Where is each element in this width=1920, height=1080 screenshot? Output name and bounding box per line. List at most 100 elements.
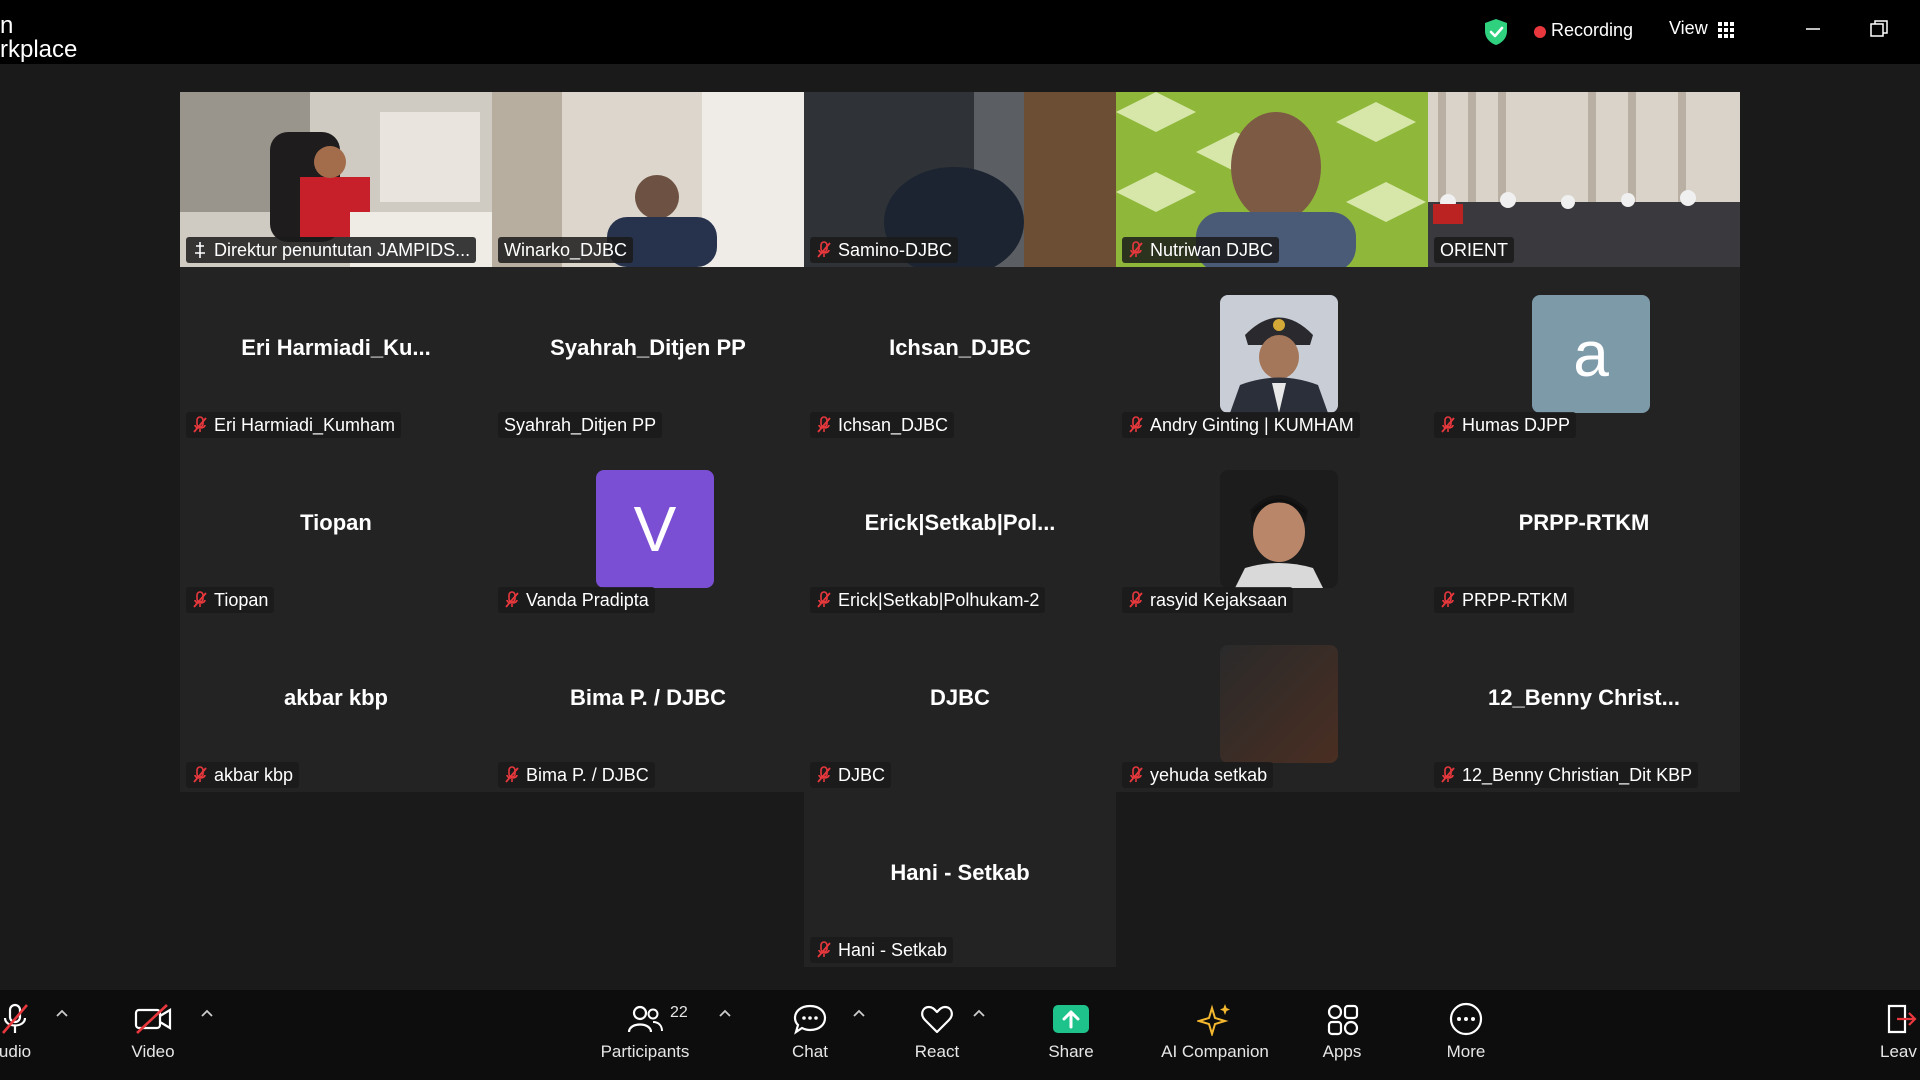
chevron-up-icon[interactable] [55,1008,69,1018]
microphone-muted-icon [193,416,207,433]
participant-label: PRPP-RTKM [1434,587,1574,613]
participant-label: Direktur penuntutan JAMPIDS... [186,237,477,263]
microphone-muted-icon [1441,591,1455,608]
chat-button[interactable]: Chat [780,990,840,1080]
shield-check-icon[interactable] [1483,18,1509,46]
recording-label[interactable]: Recording [1551,20,1633,41]
audio-button[interactable]: udio [0,990,40,1080]
participant-label: akbar kbp [186,762,300,788]
participant-display-name: Hani - Setkab [890,860,1030,885]
participant-tile[interactable]: yehuda setkab [1116,617,1428,792]
participant-tile[interactable]: Erick|Setkab|Pol... Erick|Setkab|Polhuka… [804,442,1116,617]
participant-label: 12_Benny Christian_Dit KBP [1434,762,1699,788]
microphone-muted-icon [505,591,519,608]
share-button[interactable]: Share [1040,990,1102,1080]
participants-icon [627,1005,663,1033]
participant-label: Humas DJPP [1434,412,1577,438]
view-button[interactable]: View [1669,18,1708,39]
participant-name: Direktur penuntutan JAMPIDS... [214,240,471,260]
video-label: Video [131,1042,175,1061]
participant-tile[interactable]: a Humas DJPP [1428,267,1740,442]
participant-count-badge: 22 [670,1004,688,1021]
participant-name: Nutriwan DJBC [1150,240,1274,260]
video-tile[interactable]: ORIENT [1428,92,1740,267]
participant-display-name: akbar kbp [284,685,388,710]
participant-tile[interactable]: Hani - Setkab Hani - Setkab [804,792,1116,967]
participant-label: Vanda Pradipta [498,587,655,613]
participant-label: Bima P. / DJBC [498,762,655,788]
participant-display-name: Eri Harmiadi_Ku... [241,335,431,360]
leave-label: Leav [1880,1042,1917,1061]
participant-tile[interactable]: Eri Harmiadi_Ku... Eri Harmiadi_Kumham [180,267,492,442]
microphone-muted-icon [1129,591,1143,608]
restore-window-icon[interactable] [1866,16,1892,42]
leave-button[interactable]: Leav [1880,990,1920,1080]
video-button[interactable]: Video [120,990,186,1080]
participant-name: Bima P. / DJBC [526,765,649,785]
participant-label: yehuda setkab [1122,762,1274,788]
chevron-up-icon[interactable] [718,1008,732,1018]
chat-bubble-icon [793,1004,827,1035]
chevron-up-icon[interactable] [852,1008,866,1018]
avatar: V [596,470,714,588]
recording-dot-icon [1534,26,1546,38]
chevron-up-icon[interactable] [200,1008,214,1018]
microphone-muted-icon [1441,416,1455,433]
participant-name: Vanda Pradipta [526,590,649,610]
participant-name: Erick|Setkab|Polhukam-2 [838,590,1040,610]
microphone-muted-icon [817,766,831,783]
participant-label: Nutriwan DJBC [1122,237,1280,263]
participant-label: rasyid Kejaksaan [1122,587,1294,613]
grid-view-icon[interactable] [1718,22,1734,38]
minimize-icon[interactable] [1800,16,1826,42]
participant-name: Ichsan_DJBC [838,415,949,435]
avatar [1220,470,1338,588]
participant-tile[interactable]: V Vanda Pradipta [492,442,804,617]
participant-tile[interactable]: Syahrah_Ditjen PP Syahrah_Ditjen PP [492,267,804,442]
audio-label: udio [0,1042,32,1061]
participant-name: rasyid Kejaksaan [1150,590,1288,610]
participant-name: PRPP-RTKM [1462,590,1568,610]
participants-label: Participants [600,1042,690,1061]
participant-name: Syahrah_Ditjen PP [504,415,657,435]
video-tile[interactable]: Direktur penuntutan JAMPIDS... [180,92,492,267]
react-button[interactable]: React [906,990,968,1080]
apps-button[interactable]: Apps [1312,990,1372,1080]
chevron-up-icon[interactable] [972,1008,986,1018]
participant-tile[interactable]: Andry Ginting | KUMHAM [1116,267,1428,442]
participant-tile[interactable]: PRPP-RTKM PRPP-RTKM [1428,442,1740,617]
participant-display-name: Bima P. / DJBC [569,685,727,710]
more-label: More [1446,1042,1486,1061]
video-tile[interactable]: Winarko_DJBC [492,92,804,267]
microphone-muted-icon [817,941,831,958]
participant-name: Humas DJPP [1462,415,1571,435]
microphone-muted-icon [1129,766,1143,783]
participant-label: Eri Harmiadi_Kumham [186,412,402,438]
participant-label: DJBC [810,762,892,788]
participant-tile[interactable]: Bima P. / DJBC Bima P. / DJBC [492,617,804,792]
participant-label: Samino-DJBC [810,237,959,263]
participant-tile[interactable]: DJBC DJBC [804,617,1116,792]
microphone-muted-icon [193,591,207,608]
participant-tile[interactable]: Tiopan Tiopan [180,442,492,617]
participant-label: Erick|Setkab|Polhukam-2 [810,587,1046,613]
participant-name: Andry Ginting | KUMHAM [1150,415,1354,435]
participant-tile[interactable]: Ichsan_DJBC Ichsan_DJBC [804,267,1116,442]
ai-companion-button[interactable]: AI Companion [1150,990,1280,1080]
avatar [1220,645,1338,763]
video-tile[interactable]: Nutriwan DJBC [1116,92,1428,267]
participant-tile[interactable]: akbar kbp akbar kbp [180,617,492,792]
video-tile[interactable]: Samino-DJBC [804,92,1116,267]
participant-tile[interactable]: 12_Benny Christ... 12_Benny Christian_Di… [1428,617,1740,792]
app-title: n rkplace [0,12,78,63]
participant-display-name: Ichsan_DJBC [889,335,1031,360]
more-button[interactable]: More [1436,990,1496,1080]
participant-name: akbar kbp [214,765,294,785]
avatar [1220,295,1338,413]
participant-name: Winarko_DJBC [504,240,628,260]
participant-tile[interactable]: rasyid Kejaksaan [1116,442,1428,617]
microphone-muted-icon [505,766,519,783]
participant-label: Tiopan [186,587,275,613]
sparkle-icon [1197,1004,1230,1036]
participant-display-name: 12_Benny Christ... [1488,685,1680,710]
